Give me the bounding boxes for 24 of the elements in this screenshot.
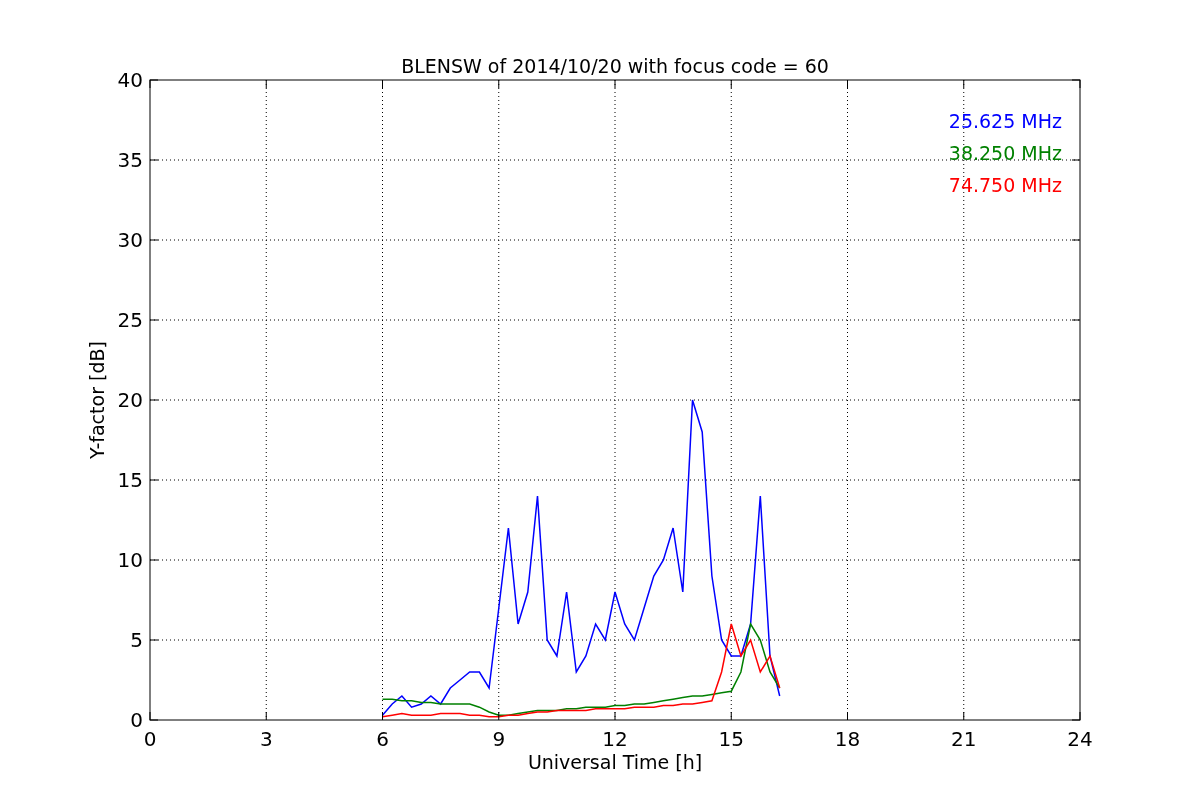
x-axis-label: Universal Time [h]: [527, 751, 703, 773]
x-tick-label: 0: [143, 727, 157, 751]
x-tick-label: 9: [492, 727, 506, 751]
y-tick-label: 15: [117, 468, 143, 492]
y-tick-label: 20: [117, 388, 143, 412]
y-tick-label: 25: [117, 308, 143, 332]
legend-label: 74.750 MHz: [948, 174, 1062, 196]
y-tick-label: 30: [117, 228, 143, 252]
legend-label: 38.250 MHz: [948, 142, 1062, 164]
x-tick-label: 18: [834, 727, 861, 751]
x-tick-label: 3: [259, 727, 273, 751]
x-tick-label: 24: [1067, 727, 1093, 751]
x-tick-label: 6: [376, 727, 389, 751]
y-tick-label: 10: [117, 548, 143, 572]
y-tick-label: 5: [130, 628, 143, 652]
chart-title: BLENSW of 2014/10/20 with focus code = 60: [401, 55, 829, 77]
y-axis-label: Y-factor [dB]: [86, 341, 108, 459]
legend-label: 25.625 MHz: [948, 110, 1062, 132]
y-tick-label: 35: [117, 148, 143, 172]
x-tick-label: 21: [951, 727, 977, 751]
y-tick-label: 40: [117, 68, 143, 92]
x-tick-label: 12: [602, 727, 628, 751]
y-tick-label: 0: [130, 708, 143, 732]
x-tick-label: 15: [718, 727, 744, 751]
